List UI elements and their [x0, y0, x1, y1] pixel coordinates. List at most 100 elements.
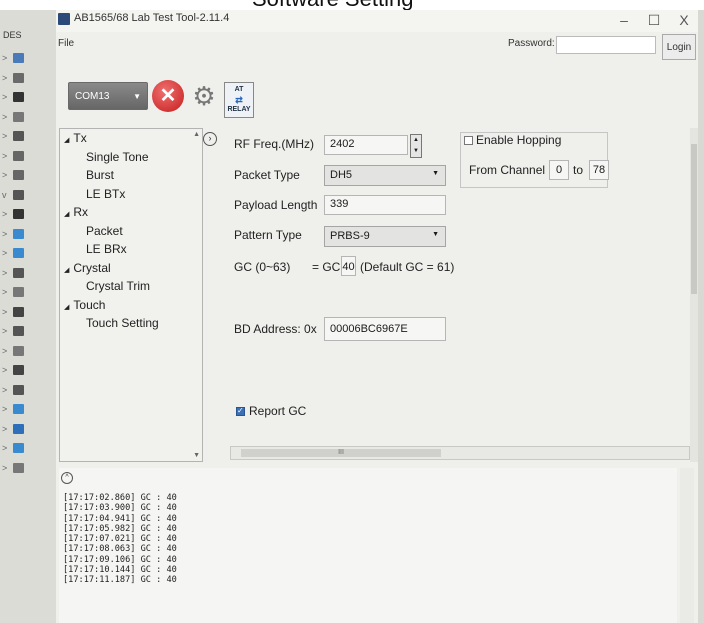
- tree-item[interactable]: ◢ Touch: [64, 298, 105, 312]
- tree-item[interactable]: Single Tone: [86, 150, 149, 164]
- chevron-icon[interactable]: >: [2, 346, 10, 356]
- tree-item[interactable]: ◢ Tx: [64, 131, 87, 145]
- printer-icon: [13, 170, 24, 180]
- password-input[interactable]: [556, 36, 656, 54]
- log-line: [17:17:05.982] GC : 40: [63, 523, 177, 534]
- chevron-icon[interactable]: >: [2, 229, 10, 239]
- explorer-item[interactable]: >: [2, 226, 52, 242]
- maximize-button[interactable]: ☐: [640, 10, 668, 30]
- explorer-item[interactable]: >: [2, 304, 52, 320]
- to-channel-input[interactable]: 78: [589, 160, 609, 180]
- chevron-icon[interactable]: >: [2, 365, 10, 375]
- gc-value-input[interactable]: 40: [341, 256, 356, 276]
- explorer-item[interactable]: >: [2, 109, 52, 125]
- settings-button[interactable]: ⚙: [190, 82, 218, 110]
- chevron-icon[interactable]: >: [2, 248, 10, 258]
- explorer-header: DES: [3, 30, 22, 40]
- log-scrollbar[interactable]: [680, 468, 694, 623]
- explorer-item[interactable]: >: [2, 245, 52, 261]
- from-channel-input[interactable]: 0: [549, 160, 569, 180]
- chevron-icon[interactable]: >: [2, 463, 10, 473]
- payload-length-input[interactable]: 339: [324, 195, 446, 215]
- at-relay-button[interactable]: AT ⇄ RELAY: [224, 82, 254, 118]
- packet-type-select[interactable]: DH5 ▼: [324, 165, 446, 186]
- explorer-item[interactable]: >: [2, 382, 52, 398]
- spin-up-icon[interactable]: ▲: [411, 135, 421, 146]
- form-vertical-scrollbar[interactable]: [690, 128, 698, 462]
- chevron-icon[interactable]: >: [2, 385, 10, 395]
- chevron-icon[interactable]: >: [2, 112, 10, 122]
- explorer-item[interactable]: >: [2, 284, 52, 300]
- chevron-icon[interactable]: >: [2, 209, 10, 219]
- collapse-panel-button[interactable]: ›: [203, 132, 217, 146]
- disconnect-button[interactable]: ✕: [152, 80, 184, 112]
- chevron-icon[interactable]: >: [2, 73, 10, 83]
- tree-item[interactable]: LE BRx: [86, 242, 127, 256]
- chevron-icon[interactable]: >: [2, 404, 10, 414]
- chevron-icon[interactable]: >: [2, 424, 10, 434]
- relay-arrow-icon: ⇄: [235, 95, 243, 105]
- spin-down-icon[interactable]: ▼: [411, 146, 421, 157]
- chevron-icon[interactable]: >: [2, 443, 10, 453]
- explorer-item[interactable]: >: [2, 401, 52, 417]
- chevron-icon[interactable]: >: [2, 170, 10, 180]
- speaker-icon: [13, 462, 24, 473]
- scroll-down-icon[interactable]: ▼: [193, 452, 200, 459]
- chevron-icon[interactable]: >: [2, 53, 10, 63]
- report-gc-checkbox[interactable]: [236, 406, 245, 416]
- tree-item[interactable]: Touch Setting: [86, 316, 159, 330]
- explorer-item[interactable]: >: [2, 128, 52, 144]
- explorer-item[interactable]: >: [2, 70, 52, 86]
- window-icon: [13, 92, 24, 102]
- explorer-item[interactable]: >: [2, 440, 52, 456]
- chevron-icon[interactable]: >: [2, 287, 10, 297]
- explorer-item[interactable]: >: [2, 265, 52, 281]
- gear-icon: ⚙: [192, 81, 216, 111]
- chevron-icon[interactable]: v: [2, 190, 10, 200]
- toolbar: COM13 ▼ ✕ ⚙ AT ⇄ RELAY: [68, 70, 258, 120]
- login-button[interactable]: Login: [662, 34, 696, 60]
- com-port-select[interactable]: COM13 ▼: [68, 82, 148, 110]
- explorer-item[interactable]: >: [2, 343, 52, 359]
- scroll-thumb[interactable]: III: [241, 449, 441, 457]
- expand-triangle-icon[interactable]: ◢: [64, 211, 69, 218]
- explorer-item[interactable]: >: [2, 206, 52, 222]
- chevron-icon[interactable]: >: [2, 268, 10, 278]
- form-horizontal-scrollbar[interactable]: III: [230, 446, 690, 460]
- explorer-item[interactable]: v: [2, 187, 52, 203]
- explorer-item[interactable]: >: [2, 362, 52, 378]
- tree-item[interactable]: ◢ Crystal: [64, 261, 111, 275]
- explorer-item[interactable]: >: [2, 323, 52, 339]
- chevron-icon[interactable]: >: [2, 326, 10, 336]
- explorer-item[interactable]: >: [2, 50, 52, 66]
- expand-triangle-icon[interactable]: ◢: [64, 267, 69, 274]
- chevron-icon[interactable]: >: [2, 131, 10, 141]
- pattern-type-select[interactable]: PRBS-9 ▼: [324, 226, 446, 247]
- expand-triangle-icon[interactable]: ◢: [64, 137, 69, 144]
- rf-freq-input[interactable]: 2402: [324, 135, 408, 155]
- explorer-item[interactable]: >: [2, 421, 52, 437]
- tree-item[interactable]: ◢ Rx: [64, 205, 88, 219]
- chevron-icon[interactable]: >: [2, 151, 10, 161]
- rf-freq-spinner[interactable]: ▲ ▼: [410, 134, 422, 158]
- chevron-up-icon[interactable]: ^: [61, 472, 73, 484]
- chevron-icon[interactable]: >: [2, 307, 10, 317]
- enable-hopping-checkbox[interactable]: [464, 136, 473, 145]
- close-button[interactable]: X: [670, 10, 698, 30]
- log-output: [17:17:02.860] GC : 40 [17:17:03.900] GC …: [63, 493, 177, 586]
- chevron-icon[interactable]: >: [2, 92, 10, 102]
- tree-item[interactable]: LE BTx: [86, 187, 125, 201]
- tree-item[interactable]: Burst: [86, 168, 114, 182]
- explorer-item[interactable]: >: [2, 89, 52, 105]
- explorer-item[interactable]: >: [2, 167, 52, 183]
- explorer-item[interactable]: >: [2, 148, 52, 164]
- tree-item[interactable]: Packet: [86, 224, 123, 238]
- scroll-thumb[interactable]: [691, 144, 697, 294]
- bd-address-input[interactable]: 00006BC6967E: [324, 317, 446, 341]
- minimize-button[interactable]: –: [610, 10, 638, 30]
- scroll-up-icon[interactable]: ▲: [193, 131, 200, 138]
- explorer-item[interactable]: >: [2, 460, 52, 476]
- expand-triangle-icon[interactable]: ◢: [64, 304, 69, 311]
- tree-item[interactable]: Crystal Trim: [86, 279, 150, 293]
- menu-file[interactable]: File: [58, 38, 74, 49]
